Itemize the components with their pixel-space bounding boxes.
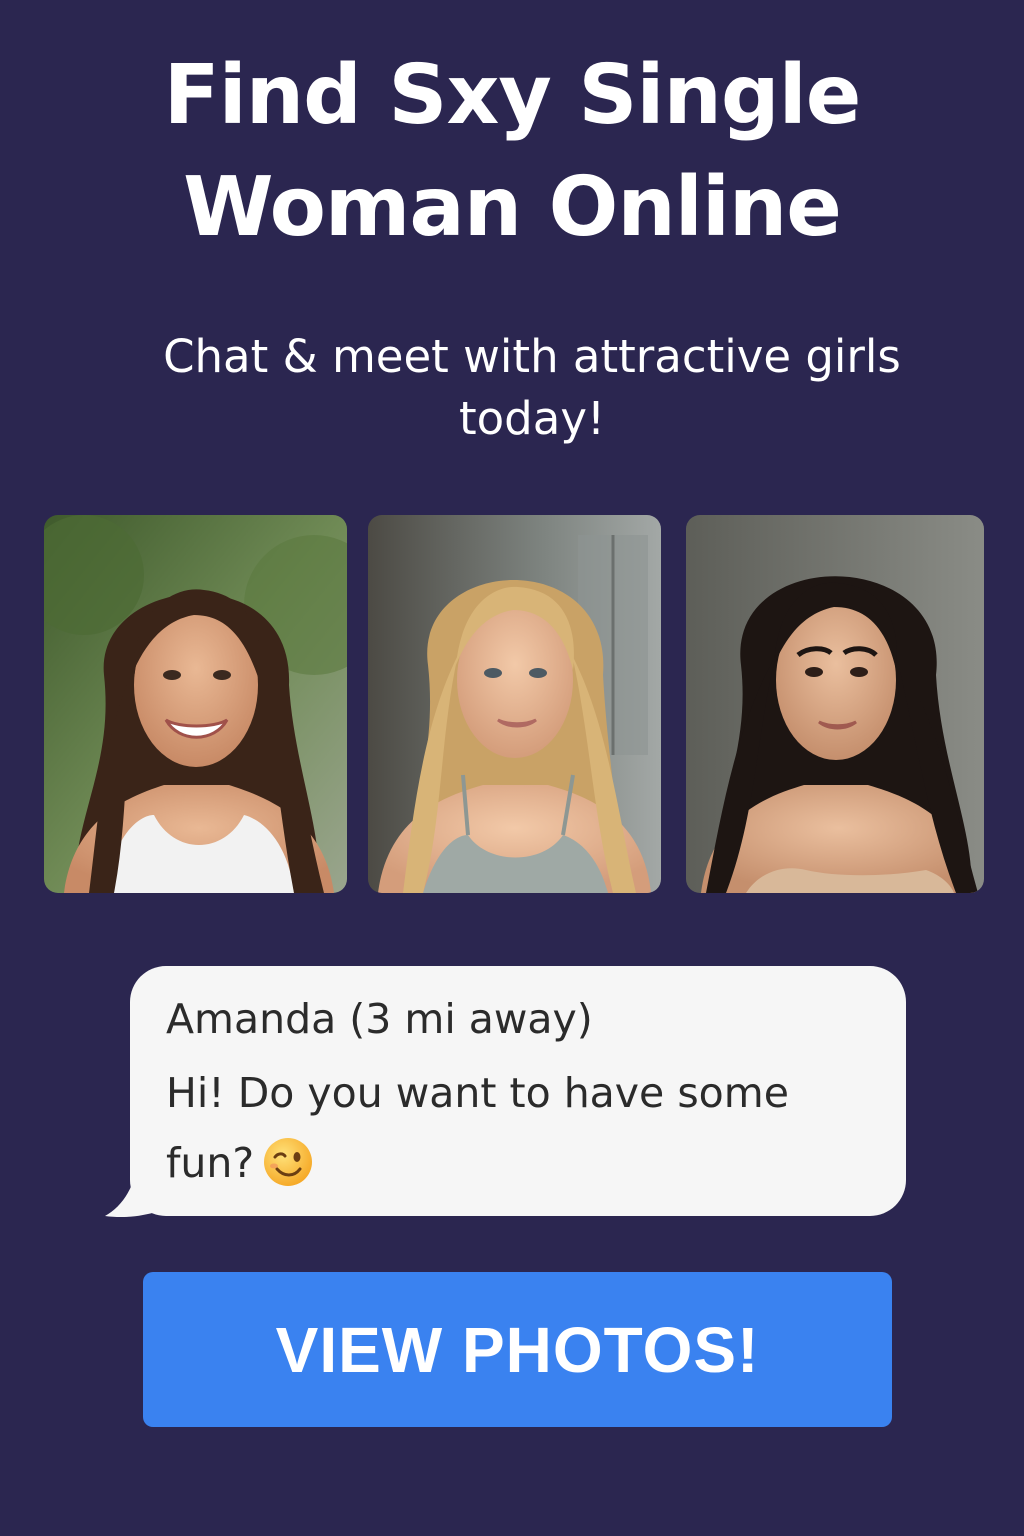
chat-message-text: Hi! Do you want to have some fun? <box>166 1069 789 1187</box>
headline-line-2: Woman Online <box>183 160 842 255</box>
headline-line-1: Find Sxy Single <box>163 48 862 143</box>
chat-bubble[interactable]: Amanda (3 mi away) Hi! Do you want to ha… <box>130 966 906 1216</box>
profile-photo-3[interactable] <box>686 515 984 893</box>
chat-message: Hi! Do you want to have some fun? <box>166 1058 866 1198</box>
chat-sender: Amanda (3 mi away) <box>166 995 593 1043</box>
profile-photo-blonde-icon <box>368 515 661 893</box>
profile-photo-brunette-icon <box>44 515 347 893</box>
profile-photo-dark-hair-icon <box>686 515 984 893</box>
wink-emoji-icon <box>264 1138 313 1186</box>
headline: Find Sxy Single Woman Online <box>0 40 1024 264</box>
subheadline: Chat & meet with attractive girls today! <box>163 330 901 445</box>
profile-photo-2[interactable] <box>368 515 661 893</box>
view-photos-button[interactable]: VIEW PHOTOS! <box>143 1272 892 1427</box>
profile-photo-1[interactable] <box>44 515 347 893</box>
profile-photo-row <box>44 515 984 893</box>
